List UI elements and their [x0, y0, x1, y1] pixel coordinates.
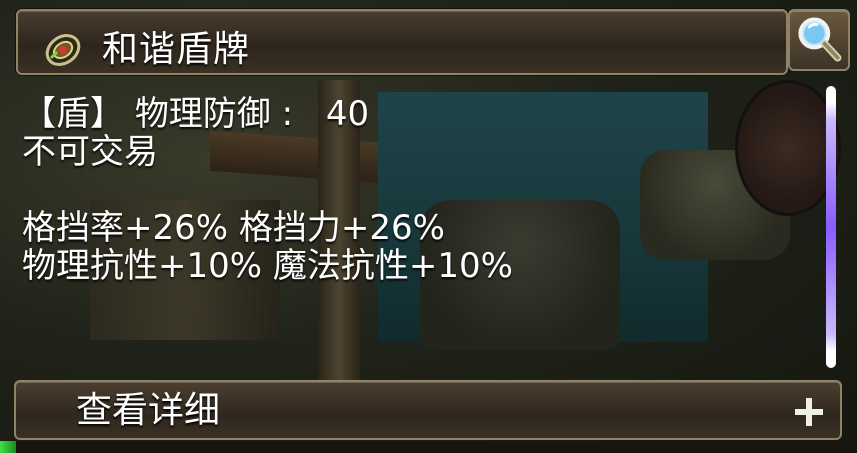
search-button[interactable]: [788, 9, 850, 71]
defense-row: 【盾】 物理防御 : 40: [22, 95, 812, 133]
defense-label: 物理防御 :: [134, 94, 294, 134]
item-title-bar: 和谐盾牌: [16, 9, 788, 75]
magnifier-icon: [798, 17, 842, 62]
screen-bottom-edge: [16, 441, 857, 453]
view-details-button[interactable]: 查看详细: [14, 380, 842, 440]
shield-badge-icon: [45, 34, 81, 66]
resist-stats: 物理抗性+10% 魔法抗性+10%: [22, 246, 513, 286]
item-type-tag: 【盾】: [22, 94, 124, 134]
hp-bar-fragment: [0, 441, 16, 453]
block-stats: 格挡率+26% 格挡力+26%: [22, 208, 445, 248]
scrollbar-thumb[interactable]: [826, 86, 836, 368]
item-details: 【盾】 物理防御 : 40 不可交易 格挡率+26% 格挡力+26% 物理抗性+…: [22, 95, 812, 285]
defense-value: 40: [325, 94, 370, 134]
trade-status: 不可交易: [22, 132, 158, 172]
view-details-label: 查看详细: [76, 390, 221, 431]
plus-icon: [795, 398, 823, 426]
item-name: 和谐盾牌: [102, 29, 251, 70]
